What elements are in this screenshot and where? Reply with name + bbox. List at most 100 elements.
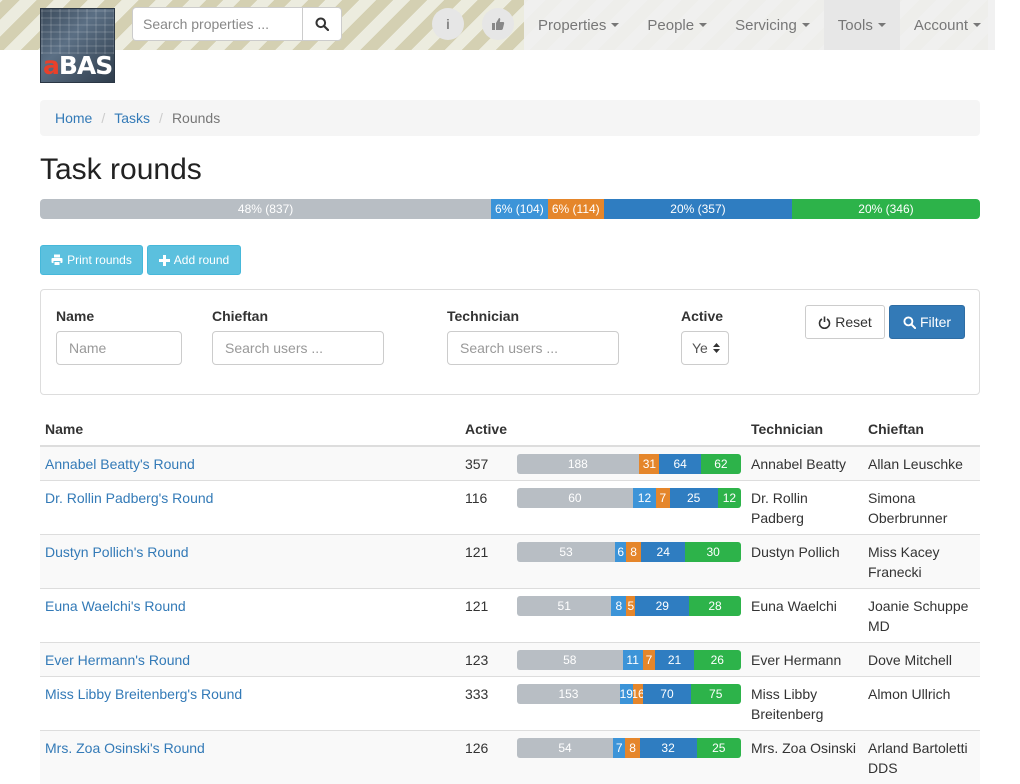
round-name-link[interactable]: Ever Hermann's Round — [45, 652, 190, 668]
technician-cell: Miss Libby Breitenberg — [746, 677, 863, 731]
breadcrumb-tasks[interactable]: Tasks — [114, 110, 150, 126]
round-progress-segment: 8 — [626, 542, 641, 562]
filter-label: Filter — [920, 314, 951, 330]
round-progress-segment: 8 — [625, 738, 639, 758]
chevron-down-icon — [611, 23, 619, 27]
chevron-down-icon — [878, 23, 886, 27]
nav-account[interactable]: Account — [900, 0, 995, 50]
technician-cell: Ever Hermann — [746, 643, 863, 677]
round-progress-segment: 12 — [633, 488, 656, 508]
round-progress-segment: 25 — [670, 488, 718, 508]
info-icon: i — [446, 16, 450, 32]
chieftan-filter-input[interactable]: Search users ... — [212, 331, 384, 365]
summary-progress-bar: 48% (837)6% (104)6% (114)20% (357)20% (3… — [40, 199, 980, 219]
round-name-cell: Euna Waelchi's Round — [40, 589, 460, 643]
chieftan-cell: Simona Oberbrunner — [863, 481, 980, 535]
round-name-link[interactable]: Dustyn Pollich's Round — [45, 544, 189, 560]
name-filter-label: Name — [56, 308, 94, 324]
round-progress-segment: 29 — [635, 596, 689, 616]
round-progress-segment: 75 — [691, 684, 741, 704]
round-progress-segment: 16 — [633, 684, 644, 704]
reset-button[interactable]: Reset — [805, 305, 885, 339]
search-input[interactable] — [132, 7, 302, 41]
technician-cell: Annabel Beatty — [746, 446, 863, 481]
round-progress-segment: 26 — [694, 650, 741, 670]
column-header-name[interactable]: Name — [40, 415, 460, 446]
breadcrumb-home[interactable]: Home — [55, 110, 92, 126]
round-progress-segment: 70 — [643, 684, 690, 704]
round-name-link[interactable]: Dr. Rollin Padberg's Round — [45, 490, 213, 506]
round-progress-segment: 31 — [639, 454, 659, 474]
add-round-button[interactable]: Add round — [147, 245, 241, 275]
table-header-row: Name Active Technician Chieftan — [40, 415, 980, 446]
select-arrows-icon — [713, 342, 720, 354]
round-name-link[interactable]: Mrs. Zoa Osinski's Round — [45, 740, 205, 756]
nav-tools[interactable]: Tools — [824, 0, 900, 50]
nav-people[interactable]: People — [633, 0, 721, 50]
active-count-cell: 121 — [460, 535, 512, 589]
chieftan-cell: Dove Mitchell — [863, 643, 980, 677]
nav-properties-label: Properties — [538, 17, 606, 34]
filter-panel: Name Name Chieftan Search users ... Tech… — [40, 289, 980, 395]
column-header-technician[interactable]: Technician — [746, 415, 863, 446]
abas-logo[interactable]: aBAS — [40, 8, 115, 83]
round-progress-segment: 51 — [517, 596, 611, 616]
round-progress-segment: 54 — [517, 738, 613, 758]
round-progress-segment: 60 — [517, 488, 633, 508]
round-progress-segment: 24 — [641, 542, 685, 562]
breadcrumb-separator: / — [150, 110, 172, 126]
logo-text-first: a — [43, 51, 59, 80]
technician-filter-input[interactable]: Search users ... — [447, 331, 619, 365]
column-header-chieftan[interactable]: Chieftan — [863, 415, 980, 446]
active-count-cell: 357 — [460, 446, 512, 481]
active-filter-select[interactable]: Ye — [681, 331, 729, 365]
round-progress-bar: 54783225 — [517, 738, 741, 758]
round-name-link[interactable]: Euna Waelchi's Round — [45, 598, 186, 614]
table-row: Annabel Beatty's Round3571881316462Annab… — [40, 446, 980, 481]
table-row: Miss Libby Breitenberg's Round3331531916… — [40, 677, 980, 731]
column-header-progress — [512, 415, 746, 446]
print-rounds-button[interactable]: Print rounds — [40, 245, 143, 275]
table-row: Dr. Rollin Padberg's Round116601272512Dr… — [40, 481, 980, 535]
search-button[interactable] — [302, 7, 342, 41]
round-progress-cell: 51852928 — [512, 589, 746, 643]
technician-cell: Dustyn Pollich — [746, 535, 863, 589]
round-progress-bar: 581172126 — [517, 650, 741, 670]
active-filter-label: Active — [681, 308, 723, 324]
chieftan-cell: Arland Bartoletti DDS — [863, 731, 980, 784]
round-progress-cell: 15319167075 — [512, 677, 746, 731]
round-progress-bar: 51852928 — [517, 596, 741, 616]
rounds-table: Name Active Technician Chieftan Annabel … — [40, 415, 980, 784]
summary-progress-segment: 20% (346) — [792, 199, 980, 219]
round-name-cell: Dustyn Pollich's Round — [40, 535, 460, 589]
breadcrumb-separator: / — [92, 110, 114, 126]
round-progress-segment: 19 — [620, 684, 633, 704]
plus-icon — [159, 255, 170, 266]
chevron-down-icon — [802, 23, 810, 27]
filter-button[interactable]: Filter — [889, 305, 965, 339]
feedback-button[interactable] — [482, 8, 514, 40]
round-progress-segment: 7 — [613, 738, 625, 758]
nav-servicing[interactable]: Servicing — [721, 0, 824, 50]
logo-building-graphic — [41, 9, 114, 54]
round-progress-segment: 28 — [689, 596, 741, 616]
round-progress-bar: 15319167075 — [517, 684, 741, 704]
round-progress-segment: 21 — [655, 650, 693, 670]
info-button[interactable]: i — [432, 8, 464, 40]
main-nav: Properties People Servicing Tools Accoun… — [524, 0, 995, 50]
name-filter-input[interactable]: Name — [56, 331, 182, 365]
round-name-link[interactable]: Annabel Beatty's Round — [45, 456, 195, 472]
column-header-active[interactable]: Active — [460, 415, 512, 446]
active-count-cell: 116 — [460, 481, 512, 535]
breadcrumb: Home / Tasks / Rounds — [40, 100, 980, 136]
technician-cell: Dr. Rollin Padberg — [746, 481, 863, 535]
breadcrumb-current: Rounds — [172, 110, 220, 126]
chieftan-filter-placeholder: Search users ... — [225, 340, 323, 356]
round-name-link[interactable]: Miss Libby Breitenberg's Round — [45, 686, 242, 702]
round-progress-segment: 30 — [685, 542, 741, 562]
chieftan-cell: Miss Kacey Franecki — [863, 535, 980, 589]
round-progress-segment: 62 — [701, 454, 741, 474]
round-name-cell: Annabel Beatty's Round — [40, 446, 460, 481]
nav-properties[interactable]: Properties — [524, 0, 633, 50]
round-progress-segment: 58 — [517, 650, 623, 670]
